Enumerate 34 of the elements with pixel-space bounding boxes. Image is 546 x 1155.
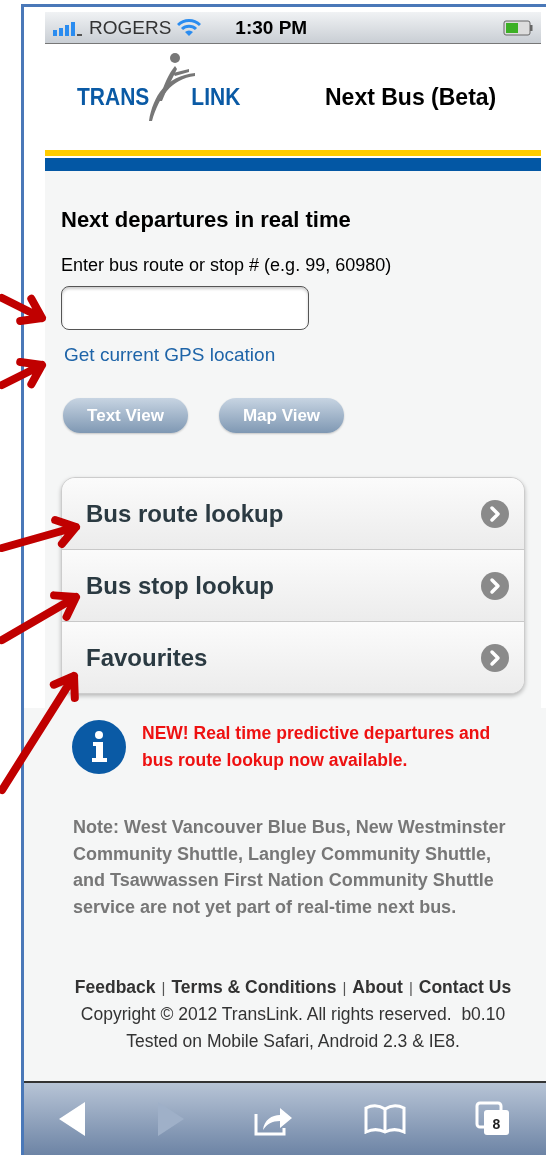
- chevron-icon: [481, 571, 509, 600]
- annotation-arrow: [0, 294, 46, 325]
- footer-link[interactable]: About: [352, 974, 403, 1001]
- footer-link[interactable]: Feedback: [74, 974, 156, 1001]
- back-icon[interactable]: [58, 1102, 87, 1136]
- page-title: Next Bus (Beta): [325, 83, 497, 111]
- clock-time: 1:30 PM: [235, 16, 308, 39]
- field-label: Enter bus route or stop # (e.g. 99, 60980): [61, 255, 393, 276]
- menu-item[interactable]: Bus route lookup: [62, 478, 524, 549]
- link-separator: |: [408, 978, 413, 998]
- annotation-arrow: [0, 358, 46, 389]
- note-text: Note: West Vancouver Blue Bus, New Westminster Community Shuttle, Langley Community Shuttle, and Tsawwassen First Nation Community Shuttle service are not yet part of real-time next bus.: [73, 816, 507, 919]
- menu-item[interactable]: Favourites: [62, 621, 524, 693]
- info-icon: [72, 720, 126, 774]
- section-heading: Next departures in real time: [61, 207, 352, 233]
- wifi-icon: [177, 18, 202, 37]
- logo-text: LINK: [191, 83, 241, 111]
- battery-icon: [503, 19, 533, 36]
- chevron-icon: [481, 643, 509, 672]
- copyright-text: Copyright © 2012 TransLink. All rights reserved. b0.10: [79, 1003, 507, 1026]
- notice-text: NEW! Real time predictive departures and bus route lookup now available.: [142, 722, 492, 772]
- carrier-name: ROGERS: [89, 16, 172, 39]
- link-separator: |: [161, 978, 166, 998]
- chevron-icon: [481, 499, 509, 528]
- input-field[interactable]: [61, 286, 309, 330]
- link-separator: |: [342, 978, 347, 998]
- logo-text: TRANS: [77, 83, 150, 111]
- footer-link[interactable]: Contact Us: [418, 974, 512, 1001]
- footer-link[interactable]: Terms & Conditions: [171, 974, 337, 1001]
- bookmarks-icon[interactable]: [363, 1104, 406, 1134]
- signal-icon: [53, 19, 83, 36]
- tested-text: Tested on Mobile Safari, Android 2.3 & IE8.: [125, 1030, 461, 1053]
- menu-item[interactable]: Bus stop lookup: [62, 549, 524, 621]
- gps-link[interactable]: Get current GPS location: [64, 344, 276, 366]
